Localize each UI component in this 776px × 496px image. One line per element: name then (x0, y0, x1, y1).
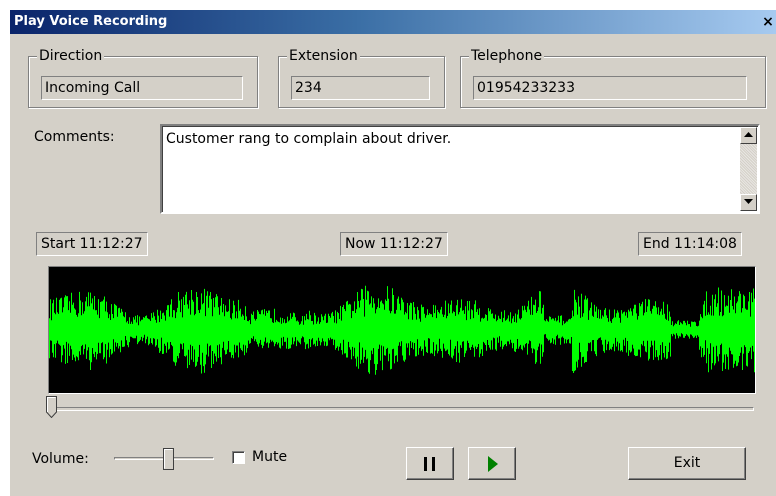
scroll-up-button[interactable] (740, 127, 757, 144)
volume-slider-thumb[interactable] (162, 448, 174, 470)
end-time: End 11:14:08 (638, 232, 742, 256)
slider-thumb-icon (46, 396, 57, 419)
pause-icon (424, 457, 435, 471)
waveform-graphic (49, 285, 755, 375)
position-slider-thumb[interactable] (46, 396, 57, 419)
waveform-display[interactable] (48, 266, 756, 394)
extension-label: Extension (287, 47, 360, 65)
title-bar[interactable]: Play Voice Recording × (10, 10, 776, 34)
arrow-down-icon (744, 199, 753, 204)
play-icon (488, 456, 498, 472)
direction-field: Incoming Call (41, 76, 243, 100)
extension-group: Extension 234 (278, 47, 445, 108)
volume-label: Volume: (32, 451, 89, 467)
mute-checkbox[interactable] (232, 451, 245, 464)
play-button[interactable] (468, 447, 516, 480)
comments-scrollbar[interactable] (740, 127, 757, 211)
telephone-label: Telephone (469, 47, 545, 65)
play-voice-recording-window: Play Voice Recording × Direction Incomin… (10, 10, 776, 496)
mute-label[interactable]: Mute (252, 448, 287, 466)
exit-button[interactable]: Exit (628, 447, 746, 480)
volume-thumb-icon (162, 448, 174, 470)
current-time: Now 11:12:27 (340, 232, 448, 256)
comments-label: Comments: (34, 129, 115, 145)
extension-field: 234 (291, 76, 430, 100)
window-title: Play Voice Recording (14, 14, 168, 29)
telephone-field: 01954233233 (473, 76, 747, 100)
scroll-down-button[interactable] (740, 194, 757, 211)
position-slider-track[interactable] (50, 407, 754, 411)
arrow-up-icon (744, 132, 753, 137)
telephone-group: Telephone 01954233233 (460, 47, 766, 108)
pause-button[interactable] (406, 447, 454, 480)
direction-label: Direction (37, 47, 105, 65)
start-time: Start 11:12:27 (36, 232, 148, 256)
close-button[interactable]: × (760, 14, 776, 30)
comments-textarea[interactable]: Customer rang to complain about driver. (160, 124, 760, 214)
comments-text: Customer rang to complain about driver. (166, 131, 452, 147)
direction-group: Direction Incoming Call (28, 47, 258, 108)
